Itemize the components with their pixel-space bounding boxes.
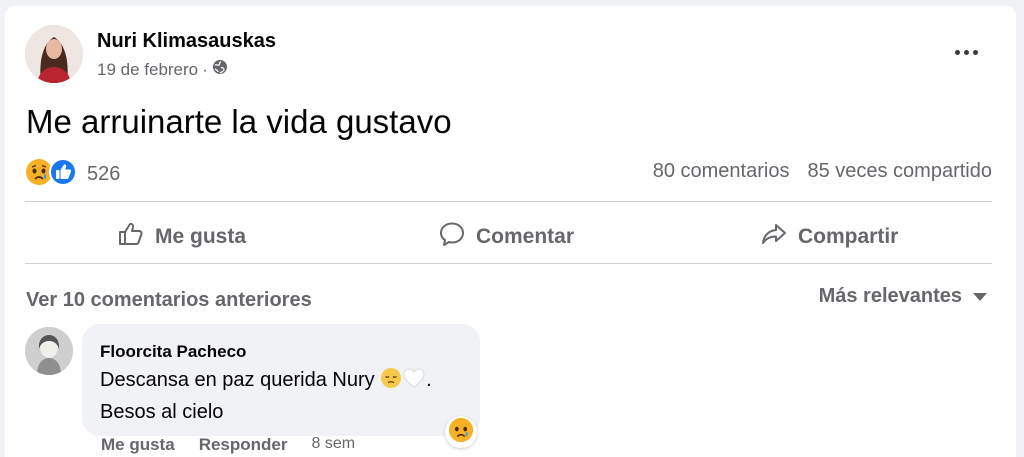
comment-bubble-icon	[438, 220, 466, 254]
post-text: Me arruinarte la vida gustavo	[26, 103, 452, 140]
reactions-summary[interactable]: 526	[25, 158, 120, 191]
share-count[interactable]: 85 veces compartido	[807, 160, 992, 183]
post-date[interactable]: 19 de febrero	[97, 60, 198, 80]
author-name[interactable]: Nuri Klimasauskas	[97, 30, 276, 53]
post-card: Nuri Klimasauskas 19 de febrero · Me arr…	[5, 6, 1016, 457]
divider-top	[25, 201, 992, 202]
comment-like-link[interactable]: Me gusta	[101, 435, 175, 455]
comment-bubble: Floorcita Pacheco Descansa en paz querid…	[82, 324, 480, 436]
comment-label: Comentar	[476, 225, 575, 248]
post-stats: 80 comentarios 85 veces compartido	[653, 160, 992, 183]
comment-button[interactable]: Comentar	[438, 220, 574, 254]
view-previous-comments[interactable]: Ver 10 comentarios anteriores	[26, 289, 312, 312]
share-arrow-icon	[760, 220, 788, 254]
thumbs-up-icon	[117, 220, 145, 254]
like-button[interactable]: Me gusta	[117, 220, 246, 254]
comment-line-2: Besos al cielo	[100, 401, 224, 423]
comment-reply-link[interactable]: Responder	[199, 435, 288, 455]
comment-timestamp[interactable]: 8 sem	[311, 435, 355, 455]
share-label: Compartir	[798, 225, 899, 248]
sort-label: Más relevantes	[818, 285, 962, 307]
pensive-face-icon	[380, 367, 402, 398]
reaction-count: 526	[87, 163, 121, 185]
dot-icon	[954, 49, 960, 55]
commenter-name[interactable]: Floorcita Pacheco	[100, 342, 246, 362]
post-meta: 19 de febrero ·	[97, 59, 228, 80]
share-button[interactable]: Compartir	[760, 220, 898, 254]
comment-line-1: Descansa en paz querida Nury	[100, 369, 375, 391]
white-heart-icon	[402, 367, 426, 398]
dot-icon	[972, 49, 978, 55]
comment-reaction-badge[interactable]	[445, 416, 477, 448]
sad-reaction-icon	[448, 417, 474, 448]
divider-bottom	[25, 263, 992, 264]
comment-line-1-end: .	[426, 369, 432, 391]
comment-sort-dropdown[interactable]: Más relevantes	[819, 285, 988, 308]
like-reaction-icon	[49, 158, 77, 191]
comment-actions: Me gusta Responder 8 sem	[101, 435, 355, 455]
meta-separator: ·	[202, 59, 208, 79]
commenter-avatar[interactable]	[25, 327, 73, 375]
comment-text: Descansa en paz querida Nury . Besos al …	[100, 366, 470, 427]
dot-icon	[963, 49, 969, 55]
globe-icon	[212, 59, 228, 80]
author-avatar[interactable]	[25, 25, 83, 83]
comment-count[interactable]: 80 comentarios	[653, 160, 790, 183]
caret-down-icon	[972, 285, 988, 308]
like-label: Me gusta	[155, 225, 247, 248]
more-options-button[interactable]	[949, 42, 983, 62]
